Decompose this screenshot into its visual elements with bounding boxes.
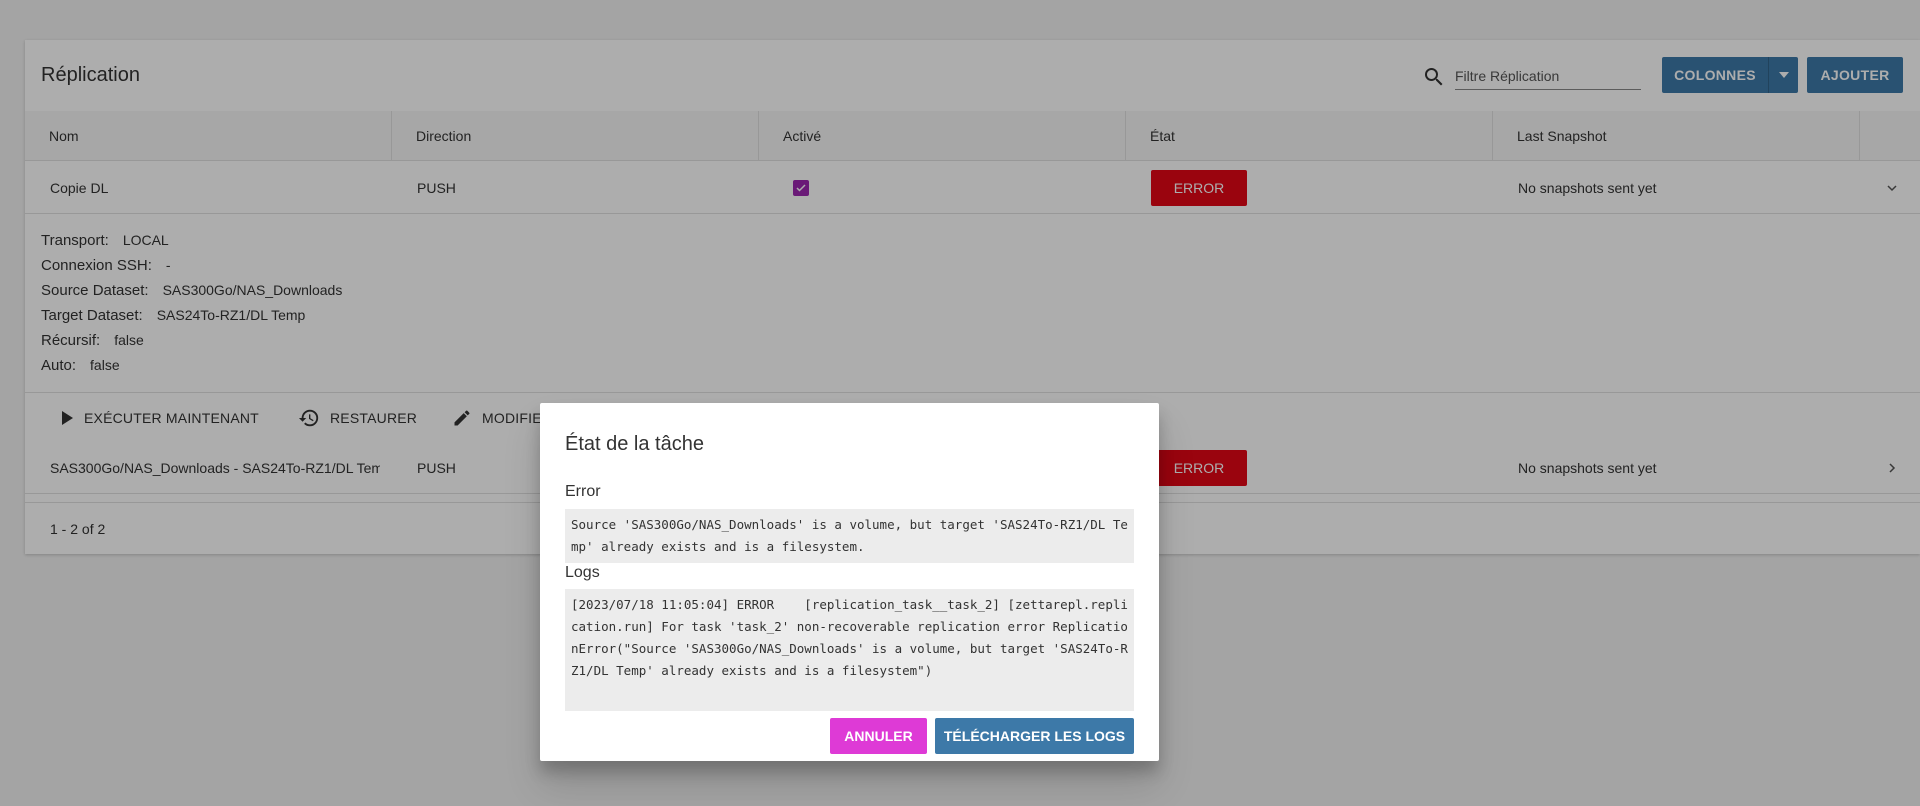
logs-label: Logs xyxy=(565,564,600,581)
error-label: Error xyxy=(565,483,601,500)
logs-content: [2023/07/18 11:05:04] ERROR [replication… xyxy=(565,589,1134,711)
download-logs-button[interactable]: TÉLÉCHARGER LES LOGS xyxy=(935,718,1134,754)
dialog-title: État de la tâche xyxy=(565,433,704,455)
error-message: Source 'SAS300Go/NAS_Downloads' is a vol… xyxy=(565,509,1134,563)
cancel-button[interactable]: ANNULER xyxy=(830,718,927,754)
task-status-dialog: État de la tâche Error Source 'SAS300Go/… xyxy=(540,403,1159,761)
